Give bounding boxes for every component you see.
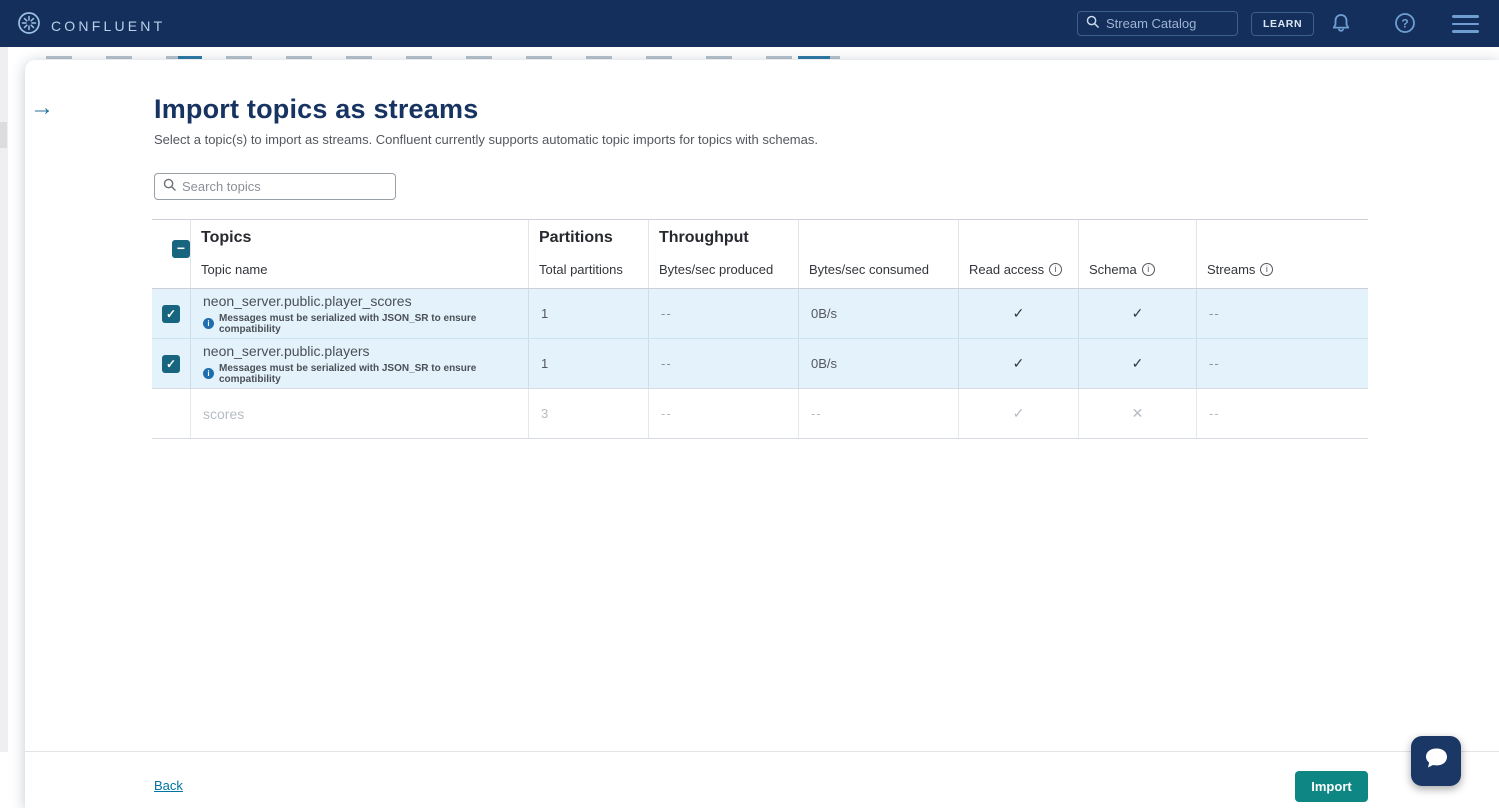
stream-catalog-input[interactable] — [1106, 16, 1229, 31]
schema-cell: ✕ — [1078, 389, 1196, 438]
read-access-cell: ✓ — [958, 389, 1078, 438]
check-icon: ✓ — [1013, 405, 1025, 422]
topic-name: neon_server.public.player_scores — [203, 293, 516, 309]
streams-cell: -- — [1196, 389, 1368, 438]
table-row-disabled: scores 3 -- -- ✓ ✕ -- — [152, 389, 1368, 439]
column-header-throughput-produced: Throughput Bytes/sec produced — [648, 220, 798, 288]
streams-cell: -- — [1196, 289, 1368, 338]
topic-cell: scores — [190, 389, 528, 438]
column-header-read-access: Read accessi — [958, 220, 1078, 288]
info-icon[interactable]: i — [1260, 263, 1273, 276]
produced-cell: -- — [648, 339, 798, 388]
consumed-cell: 0B/s — [798, 339, 958, 388]
topic-cell: neon_server.public.players i Messages mu… — [190, 339, 528, 388]
search-icon — [1086, 15, 1099, 33]
chat-bubble-icon — [1423, 746, 1450, 776]
streams-cell: -- — [1196, 339, 1368, 388]
info-icon[interactable]: i — [1142, 263, 1155, 276]
svg-text:?: ? — [1401, 17, 1408, 31]
background-page-edge — [0, 47, 8, 752]
row-checkbox-checked[interactable] — [162, 305, 180, 323]
row-checkbox-cell — [152, 339, 190, 388]
page-subtitle: Select a topic(s) to import as streams. … — [154, 132, 818, 147]
column-header-consumed: Bytes/sec consumed — [798, 220, 958, 288]
page-title: Import topics as streams — [154, 94, 478, 125]
table-header-row: Topics Topic name Partitions Total parti… — [152, 219, 1368, 289]
info-filled-icon: i — [203, 318, 214, 329]
read-access-cell: ✓ — [958, 339, 1078, 388]
stream-catalog-search[interactable] — [1077, 11, 1238, 36]
search-topics-box[interactable] — [154, 173, 396, 200]
partitions-cell: 3 — [528, 389, 648, 438]
consumed-cell: -- — [798, 389, 958, 438]
collapse-panel-arrow-icon[interactable]: → — [30, 96, 54, 120]
column-header-topics: Topics Topic name — [190, 220, 528, 288]
hamburger-menu-icon[interactable] — [1452, 15, 1479, 33]
row-checkbox-cell-empty — [152, 389, 190, 438]
check-icon: ✓ — [1132, 355, 1144, 372]
read-access-cell: ✓ — [958, 289, 1078, 338]
brand-name: CONFLUENT — [51, 18, 165, 34]
select-all-checkbox-indeterminate[interactable] — [172, 240, 190, 258]
topic-note: i Messages must be serialized with JSON_… — [203, 363, 516, 385]
confluent-logo-icon — [17, 11, 41, 40]
header-checkbox-cell — [152, 220, 190, 288]
search-icon — [163, 178, 176, 196]
topics-table: Topics Topic name Partitions Total parti… — [152, 219, 1368, 439]
table-row[interactable]: neon_server.public.player_scores i Messa… — [152, 289, 1368, 339]
topic-name: neon_server.public.players — [203, 343, 516, 359]
consumed-cell: 0B/s — [798, 289, 958, 338]
topic-name: scores — [203, 406, 516, 422]
topic-note: i Messages must be serialized with JSON_… — [203, 313, 516, 335]
column-header-partitions: Partitions Total partitions — [528, 220, 648, 288]
footer-divider — [25, 751, 1499, 752]
info-filled-icon: i — [203, 368, 214, 379]
schema-cell: ✓ — [1078, 339, 1196, 388]
confluent-logo[interactable]: CONFLUENT — [17, 11, 165, 40]
background-page-tab — [0, 122, 7, 148]
search-topics-input[interactable] — [182, 179, 387, 194]
learn-button[interactable]: LEARN — [1251, 12, 1314, 36]
info-icon[interactable]: i — [1049, 263, 1062, 276]
produced-cell: -- — [648, 289, 798, 338]
schema-cell: ✓ — [1078, 289, 1196, 338]
import-button[interactable]: Import — [1295, 771, 1368, 802]
column-header-schema: Schemai — [1078, 220, 1196, 288]
cross-icon: ✕ — [1132, 405, 1144, 422]
notifications-bell-icon[interactable] — [1330, 12, 1352, 40]
column-header-streams: Streamsi — [1196, 220, 1368, 288]
check-icon: ✓ — [1013, 305, 1025, 322]
partitions-cell: 1 — [528, 289, 648, 338]
partitions-cell: 1 — [528, 339, 648, 388]
check-icon: ✓ — [1013, 355, 1025, 372]
table-row[interactable]: neon_server.public.players i Messages mu… — [152, 339, 1368, 389]
produced-cell: -- — [648, 389, 798, 438]
top-navbar: CONFLUENT LEARN ? — [0, 0, 1499, 47]
back-link[interactable]: Back — [154, 778, 183, 793]
help-icon[interactable]: ? — [1394, 12, 1416, 39]
row-checkbox-checked[interactable] — [162, 355, 180, 373]
row-checkbox-cell — [152, 289, 190, 338]
check-icon: ✓ — [1132, 305, 1144, 322]
chat-widget-button[interactable] — [1411, 736, 1461, 786]
topic-cell: neon_server.public.player_scores i Messa… — [190, 289, 528, 338]
